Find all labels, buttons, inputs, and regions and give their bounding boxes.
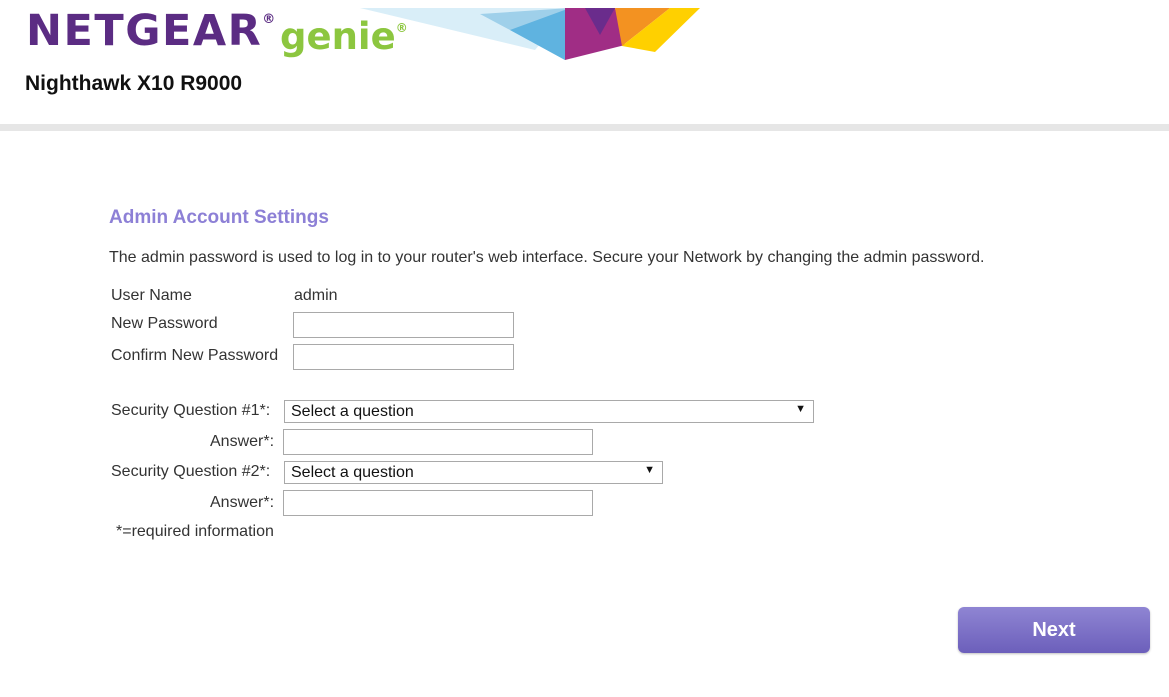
registered-mark: ® [262,12,276,27]
answer-2-field[interactable] [283,490,593,516]
username-value: admin [294,287,338,304]
header: NETGEAR® genie® Nighthawk X10 R9000 [0,0,1169,124]
new-password-label: New Password [111,315,218,332]
answer-2-label: Answer*: [210,494,275,511]
answer-1-field[interactable] [283,429,593,455]
required-note: *=required information [116,523,274,540]
answer-1-label: Answer*: [210,433,275,450]
header-divider [0,124,1169,131]
page-description: The admin password is used to log in to … [109,249,985,266]
security-question-2-label: Security Question #2*: [111,463,271,480]
page-title: Admin Account Settings [109,207,329,228]
security-question-1-label: Security Question #1*: [111,402,271,419]
triangle-down-icon: ▼ [644,464,655,476]
netgear-wordmark: NETGEAR [26,6,263,56]
security-question-1-value: Select a question [291,403,414,420]
confirm-password-field[interactable] [293,344,514,370]
logo-graphic-icon [360,8,700,60]
netgear-logo: NETGEAR® [26,10,275,53]
username-label: User Name [111,287,192,304]
security-question-2-select[interactable]: Select a question ▼ [284,461,663,484]
next-button[interactable]: Next [958,607,1150,653]
triangle-down-icon: ▼ [795,403,806,415]
security-question-1-select[interactable]: Select a question ▼ [284,400,814,423]
new-password-field[interactable] [293,312,514,338]
security-question-2-value: Select a question [291,464,414,481]
confirm-password-label: Confirm New Password [111,347,279,364]
model-name: Nighthawk X10 R9000 [25,72,243,95]
